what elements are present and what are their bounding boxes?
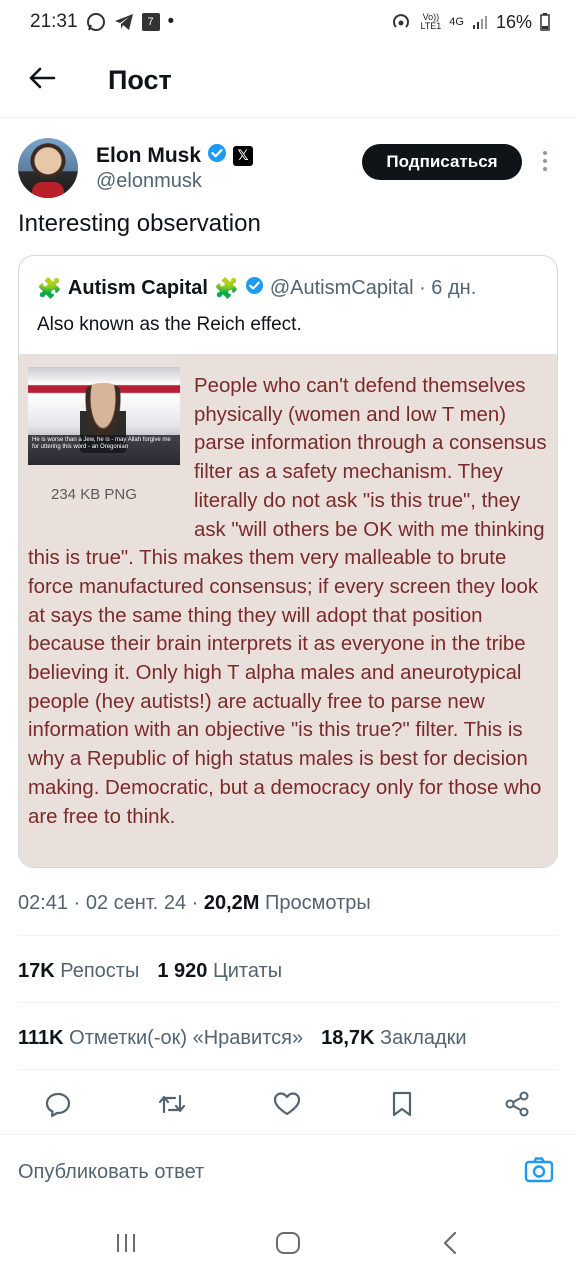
views-label: Просмотры [259,892,371,914]
divider [18,1002,558,1003]
tweet-text: Interesting observation [18,210,261,237]
share-button[interactable] [497,1086,537,1126]
volte-indicator: Vo)) LTE1 [420,12,442,31]
views-count: 20,2M [203,892,260,914]
reply-icon [44,1090,72,1123]
quoted-tweet[interactable]: 🧩 Autism Capital 🧩 @AutismCapital · 6 дн… [18,255,558,868]
recent-apps-button[interactable] [106,1230,146,1260]
more-icon[interactable] [534,146,556,176]
author-handle[interactable]: @elonmusk [96,170,253,193]
reposts-stat[interactable]: 17K Репосты [18,960,139,983]
battery-percent: 16% [495,11,532,32]
quote-author-name: Autism Capital [67,277,208,299]
meme-text-block: People who can't defend themselves physi… [28,372,554,831]
bookmarks-stat[interactable]: 18,7K Закладки [321,1027,467,1050]
like-icon [273,1091,301,1122]
quote-image[interactable]: He is worse than a Jew, he is - may Alla… [19,354,557,867]
timestamp: 02:41 · 02 сент. 24 · [18,892,204,914]
home-icon [275,1231,301,1260]
chevron-left-icon [442,1231,458,1260]
bookmark-button[interactable] [382,1086,422,1126]
page-title: Пост [108,65,172,95]
hotspot-icon [390,12,412,32]
system-nav-bar [0,1210,576,1280]
back-nav-button[interactable] [430,1230,470,1260]
puzzle-icon: 🧩 [37,278,62,300]
like-button[interactable] [267,1086,307,1126]
home-button[interactable] [268,1230,308,1260]
telegram-icon [114,13,134,31]
x-logo-icon: 𝕏 [233,145,254,166]
network-type: 4G [449,15,464,28]
quotes-stat[interactable]: 1 920 Цитаты [157,960,282,983]
clock: 21:31 [30,11,78,32]
battery-icon [540,13,550,31]
tweet-meta: 02:41 · 02 сент. 24 · 20,2M Просмотры [18,892,371,915]
divider [18,935,558,936]
signal-icon [472,14,488,30]
avatar[interactable] [18,138,78,198]
notification-dot: • [167,11,175,32]
likes-stat[interactable]: 111K Отметки(-ок) «Нравится» [18,1027,303,1050]
divider [18,1069,558,1070]
camera-button[interactable] [522,1155,556,1189]
quote-text: Also known as the Reich effect. [37,314,302,335]
quote-handle-time: @AutismCapital · 6 дн. [269,277,477,299]
tweet-actions [0,1082,576,1130]
top-bar: Пост [0,44,576,118]
tweet-author: Elon Musk 𝕏 @elonmusk Подписаться [18,136,558,200]
recent-apps-icon [114,1232,138,1259]
puzzle-icon: 🧩 [213,278,239,300]
back-arrow-icon [28,66,56,95]
camera-icon [524,1156,554,1189]
quote-header: 🧩 Autism Capital 🧩 @AutismCapital · 6 дн… [37,276,476,301]
verified-icon [207,143,227,168]
reply-button[interactable] [38,1086,78,1126]
repost-button[interactable] [152,1086,192,1126]
reply-input[interactable]: Опубликовать ответ [18,1161,204,1184]
share-icon [503,1090,531,1123]
stats-likes-bookmarks: 111K Отметки(-ок) «Нравится» 18,7K Закла… [18,1027,467,1050]
back-button[interactable] [0,44,84,118]
status-bar: 21:31 7 • Vo)) LTE1 4G 16% [0,0,576,44]
author-name[interactable]: Elon Musk [96,144,201,168]
whatsapp-icon [86,12,106,32]
repost-icon [157,1090,187,1123]
author-names: Elon Musk 𝕏 @elonmusk [96,143,254,193]
verified-icon [245,276,264,301]
reply-composer[interactable]: Опубликовать ответ [0,1134,576,1208]
calendar-badge-icon: 7 [141,13,160,31]
follow-button[interactable]: Подписаться [362,144,522,180]
bookmark-icon [390,1090,414,1123]
stats-reposts-quotes: 17K Репосты 1 920 Цитаты [18,960,282,983]
